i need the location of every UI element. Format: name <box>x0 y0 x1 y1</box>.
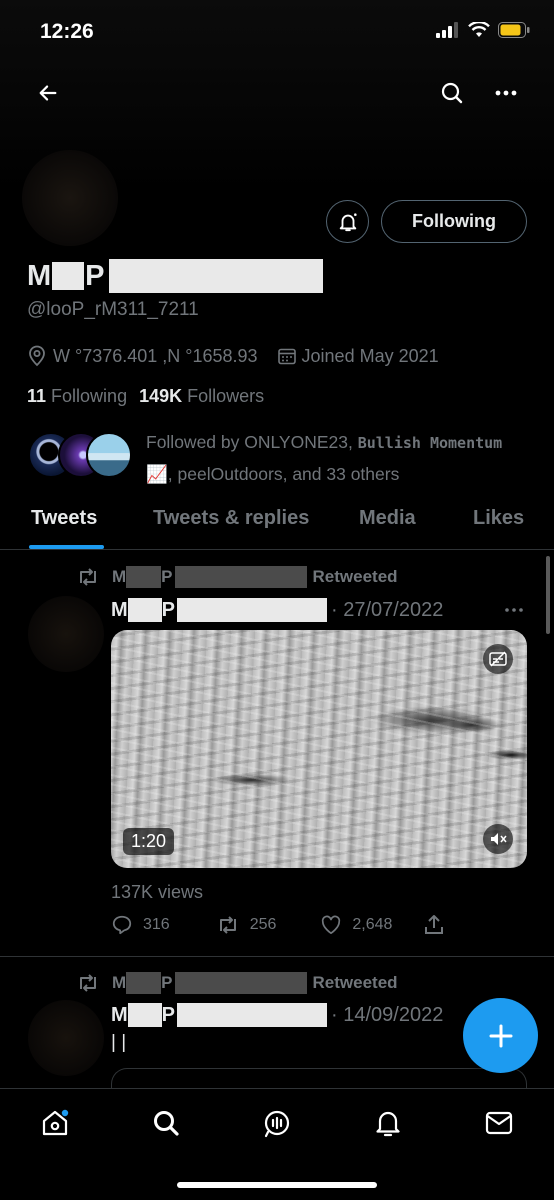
tab-tweets[interactable]: Tweets <box>31 507 97 530</box>
tab-media[interactable]: Media <box>359 507 416 530</box>
share-icon <box>425 915 444 934</box>
location-icon <box>29 345 45 367</box>
retweet-icon <box>80 568 96 586</box>
redaction <box>127 598 162 622</box>
mute-icon <box>491 833 507 845</box>
back-button[interactable] <box>28 73 68 113</box>
tweet-author: M P · 27/07/2022 <box>111 598 444 622</box>
redaction <box>177 598 328 622</box>
followed-by-avatars[interactable] <box>28 432 132 478</box>
profile-meta: W °7376.401 ,N °1658.93 Joined May 2021 <box>27 345 439 367</box>
tweet-author: M P · 14/09/2022 <box>111 1003 444 1027</box>
retweet-icon <box>80 974 96 992</box>
status-time: 12:26 <box>40 20 94 43</box>
profile-avatar[interactable] <box>22 150 118 246</box>
cellular-signal-icon <box>436 22 458 38</box>
home-icon <box>42 1109 69 1136</box>
tweet-body: | | <box>111 1032 127 1053</box>
status-icons <box>436 22 530 38</box>
calendar-icon <box>277 348 296 365</box>
profile-name: M P <box>27 259 323 293</box>
more-icon <box>495 90 517 96</box>
captions-off-icon <box>489 651 507 667</box>
search-icon <box>154 1111 179 1136</box>
retweet-button[interactable]: 256 <box>216 915 276 935</box>
profile-handle: @looP_rM311_7211 <box>27 299 199 320</box>
spaces-icon <box>264 1110 290 1138</box>
following-link[interactable]: 11 Following <box>27 386 127 407</box>
tweet-actions: 316 256 2,648 <box>111 914 444 936</box>
retweet-context: M P Retweeted <box>76 972 398 994</box>
reply-icon <box>112 915 132 935</box>
nav-notifications[interactable] <box>370 1105 406 1141</box>
redaction <box>126 972 162 994</box>
back-arrow-icon <box>39 85 57 101</box>
tweet-video[interactable]: 1:20 <box>111 630 527 868</box>
tweet-avatar[interactable] <box>28 596 104 672</box>
redaction <box>52 262 85 290</box>
tab-likes[interactable]: Likes <box>473 507 524 530</box>
profile-location: W °7376.401 ,N °1658.93 <box>53 345 258 366</box>
battery-icon <box>498 22 530 38</box>
followers-link[interactable]: 149K Followers <box>139 386 264 407</box>
redaction <box>177 1003 328 1027</box>
name-initial: M <box>27 259 52 292</box>
nav-home[interactable] <box>37 1105 73 1141</box>
bell-icon <box>339 212 357 231</box>
tweet-date[interactable]: · 27/07/2022 <box>331 599 443 622</box>
share-button[interactable] <box>424 914 444 936</box>
redaction <box>126 566 162 588</box>
name-second: P <box>85 259 105 292</box>
redaction <box>108 259 323 293</box>
like-icon <box>322 915 341 935</box>
tweet-date[interactable]: · 14/09/2022 <box>331 1004 443 1027</box>
scrollbar[interactable] <box>546 556 550 634</box>
active-tab-indicator <box>29 545 104 549</box>
more-button[interactable] <box>486 73 526 113</box>
nav-spaces[interactable] <box>259 1105 295 1141</box>
notifications-toggle-button[interactable] <box>326 200 369 243</box>
nav-messages[interactable] <box>481 1105 517 1141</box>
tweet-more-button[interactable] <box>505 600 527 620</box>
more-icon <box>505 608 523 612</box>
profile-tabs: Tweets Tweets & replies Media Likes <box>0 492 554 550</box>
nav-search[interactable] <box>148 1105 184 1141</box>
search-button[interactable] <box>432 73 472 113</box>
profile-joined: Joined May 2021 <box>301 345 439 366</box>
tweet-avatar[interactable] <box>28 1000 104 1076</box>
tweet-views: 137K views <box>111 882 204 902</box>
compose-tweet-button[interactable] <box>463 998 538 1073</box>
reply-button[interactable]: 316 <box>111 914 170 936</box>
tweet-divider <box>0 956 554 957</box>
messages-icon <box>485 1111 513 1135</box>
search-icon <box>441 82 463 104</box>
tab-tweets-replies[interactable]: Tweets & replies <box>153 507 309 530</box>
retweet-context: M P Retweeted <box>76 566 398 588</box>
following-button[interactable]: Following <box>381 200 527 243</box>
retweet-icon <box>219 916 236 934</box>
home-indicator <box>177 1182 377 1188</box>
follow-counts: 11 Following 149K Followers <box>27 386 264 407</box>
redaction <box>174 972 307 994</box>
captions-button[interactable] <box>483 644 513 674</box>
video-duration: 1:20 <box>123 828 175 855</box>
wifi-icon <box>468 22 490 37</box>
followed-by-text[interactable]: Followed by ONLYONE23, Bullish Momentum … <box>146 427 536 490</box>
mute-button[interactable] <box>483 824 513 854</box>
redaction <box>174 566 307 588</box>
follower-avatar <box>86 432 132 478</box>
compose-icon <box>489 1024 512 1047</box>
like-button[interactable]: 2,648 <box>320 915 392 935</box>
redaction <box>127 1003 162 1027</box>
notifications-icon <box>376 1111 400 1137</box>
